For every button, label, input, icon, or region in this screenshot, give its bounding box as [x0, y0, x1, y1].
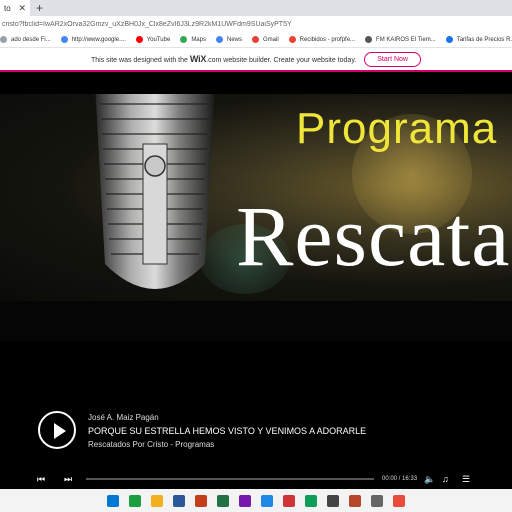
- bookmark-label: FM KAIROS El Tiem...: [376, 36, 436, 43]
- play-button[interactable]: [38, 411, 76, 449]
- taskbar-app-icon[interactable]: [327, 494, 339, 507]
- close-tab-icon[interactable]: ✕: [18, 3, 26, 14]
- taskbar-app-icon[interactable]: [305, 494, 317, 507]
- wix-banner: This site was designed with the WiX.com …: [0, 48, 512, 72]
- bookmarks-bar: ado desde Fi... http://www.google.... YouT…: [0, 32, 512, 48]
- bookmark-label: YouTube: [146, 36, 171, 43]
- section-divider: [0, 301, 512, 341]
- bookmark-icon: [60, 36, 68, 43]
- hero-banner: Programa Rescata: [0, 94, 512, 301]
- bookmark-label: http://www.google....: [71, 36, 126, 43]
- bookmark-icon: [215, 36, 223, 43]
- taskbar-app-icon[interactable]: [261, 494, 273, 507]
- browser-tab[interactable]: to ✕: [0, 0, 30, 16]
- taskbar-app-icon[interactable]: [129, 494, 141, 507]
- bookmark-label: Tarifas de Precios R...: [456, 36, 512, 43]
- bookmark-icon: [445, 36, 453, 43]
- bookmark-label: ado desde Fi...: [11, 36, 51, 43]
- start-now-button[interactable]: Start Now: [364, 51, 421, 67]
- bookmark-icon: [180, 36, 188, 43]
- menu-icon[interactable]: ☰: [462, 470, 470, 488]
- bookmark-label: Recibidos - profpfe...: [299, 36, 356, 43]
- bookmark-icon: [135, 36, 143, 43]
- microphone-image: [95, 94, 215, 289]
- taskbar-app-icon[interactable]: [283, 494, 295, 507]
- hero-title-top: Programa: [296, 104, 498, 153]
- hero-title-main: Rescata: [236, 188, 511, 284]
- progress-bar[interactable]: [86, 478, 374, 480]
- bookmark-icon: [0, 36, 7, 43]
- play-icon: [54, 423, 66, 439]
- track-title: PORQUE SU ESTRELLA HEMOS VISTO Y VENIMOS…: [88, 426, 367, 436]
- wix-logo: WiX: [189, 54, 207, 64]
- url-text: cristo?fbclid=IwAR2xOrva32Gmzv_uXzBH0Jx_…: [2, 20, 292, 28]
- bookmark-icon: [252, 36, 259, 43]
- tab-title: to: [4, 3, 11, 13]
- volume-icon[interactable]: 🔈: [424, 470, 435, 488]
- wix-text-after: .com website builder. Create your websit…: [206, 57, 357, 64]
- track-artist: José A. Maiz Pagán: [88, 413, 159, 422]
- taskbar-app-icon[interactable]: [371, 494, 383, 507]
- bookmark-label: Maps: [191, 36, 206, 43]
- bookmark-icon: [365, 36, 373, 43]
- bookmark-icon: [288, 36, 296, 43]
- header-gap: [0, 73, 512, 94]
- taskbar-app-icon[interactable]: [107, 494, 119, 507]
- bookmark-item[interactable]: Gmail: [252, 36, 279, 43]
- taskbar-app-icon[interactable]: [151, 494, 163, 507]
- bookmark-item[interactable]: ado desde Fi...: [0, 36, 51, 43]
- address-bar[interactable]: cristo?fbclid=IwAR2xOrva32Gmzv_uXzBH0Jx_…: [0, 16, 512, 32]
- bookmark-label: News: [226, 36, 242, 43]
- windows-taskbar: [0, 489, 512, 512]
- bookmark-item[interactable]: News: [215, 36, 242, 43]
- taskbar-app-icon[interactable]: [173, 494, 185, 507]
- bookmark-item[interactable]: Recibidos - profpfe...: [288, 36, 356, 43]
- bookmark-item[interactable]: YouTube: [135, 36, 171, 43]
- player-section: [0, 301, 512, 489]
- bookmark-item[interactable]: Maps: [180, 36, 206, 43]
- bookmark-item[interactable]: FM KAIROS El Tiem...: [365, 36, 436, 43]
- browser-tab-strip: to ✕ +: [0, 0, 512, 16]
- wix-text-before: This site was designed with the: [91, 57, 188, 64]
- taskbar-app-icon[interactable]: [349, 494, 361, 507]
- track-album: Rescatados Por Cristo - Programas: [88, 440, 215, 449]
- bookmark-item[interactable]: http://www.google....: [60, 36, 126, 43]
- playlist-icon[interactable]: ♫: [442, 470, 449, 488]
- player-controls: ⏮ ⏭ 00:00 / 16:33 🔈 ♫ ☰: [0, 470, 512, 488]
- bookmark-item[interactable]: Tarifas de Precios R...: [445, 36, 512, 43]
- taskbar-app-icon[interactable]: [195, 494, 207, 507]
- taskbar-app-icon[interactable]: [239, 494, 251, 507]
- previous-track-icon[interactable]: ⏮: [37, 470, 45, 488]
- new-tab-button[interactable]: +: [36, 0, 43, 16]
- wix-banner-text: This site was designed with the WiX.com …: [91, 54, 356, 64]
- next-track-icon[interactable]: ⏭: [64, 470, 72, 488]
- taskbar-app-icon[interactable]: [393, 494, 405, 507]
- bookmark-label: Gmail: [263, 36, 279, 43]
- taskbar-app-icon[interactable]: [217, 494, 229, 507]
- time-readout: 00:00 / 16:33: [382, 476, 418, 482]
